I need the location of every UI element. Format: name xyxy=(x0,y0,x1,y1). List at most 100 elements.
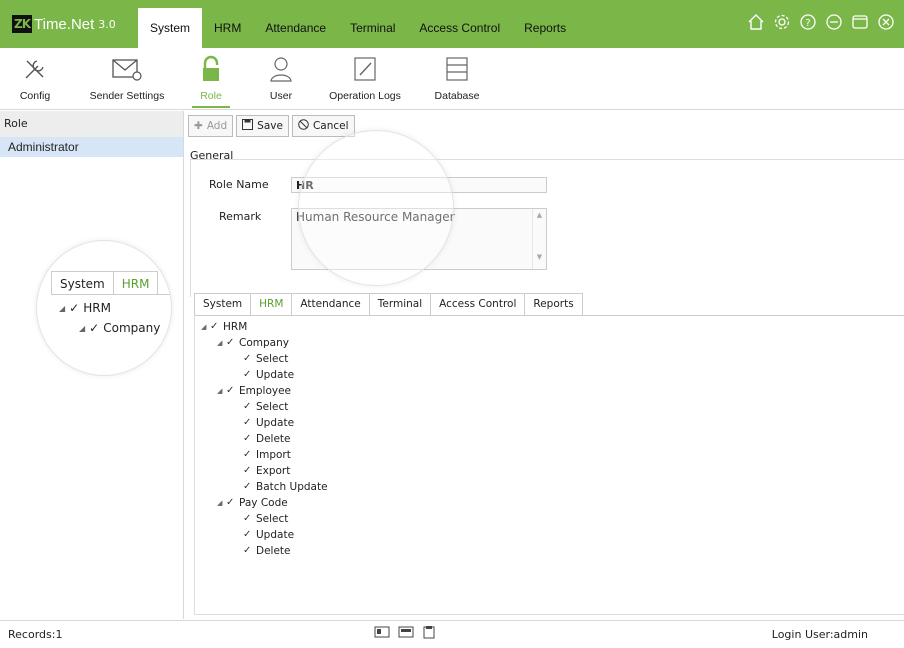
zoom-tabs: System HRM xyxy=(51,271,171,295)
scroll-down-icon[interactable]: ▼ xyxy=(533,253,546,261)
tab-access-control[interactable]: Access Control xyxy=(430,293,526,315)
checkbox-checked[interactable]: ✓ xyxy=(243,543,253,559)
app-version: 3.0 xyxy=(98,17,116,31)
action-bar: ✚ Add Save Cancel xyxy=(188,115,355,137)
zoom-lens-role-name xyxy=(298,130,454,286)
checkbox-checked[interactable]: ✓ xyxy=(243,415,253,431)
checkbox-checked[interactable]: ✓ xyxy=(243,431,253,447)
window-controls: ? xyxy=(746,12,896,32)
clipboard-icon[interactable] xyxy=(422,625,436,642)
plus-icon: ✚ xyxy=(194,120,203,132)
checkbox-checked[interactable]: ✓ xyxy=(243,511,253,527)
save-button-label: Save xyxy=(257,120,283,132)
checkbox-checked[interactable]: ✓ xyxy=(210,319,220,335)
config-button[interactable]: Config xyxy=(18,52,52,102)
remark-label: Remark xyxy=(219,210,262,223)
cancel-button[interactable]: Cancel xyxy=(291,115,355,137)
tree-node-company-select[interactable]: ✓ Select xyxy=(243,351,288,367)
wrench-icon xyxy=(18,52,52,86)
expand-arrow-icon[interactable]: ◢ xyxy=(217,495,226,511)
tab-system[interactable]: System xyxy=(194,293,252,315)
tab-reports[interactable]: Reports xyxy=(524,293,583,315)
app-name: Time.Net xyxy=(34,15,95,33)
records-count: Records:1 xyxy=(8,628,63,641)
database-button[interactable]: Database xyxy=(432,52,482,102)
expand-arrow-icon[interactable]: ◢ xyxy=(201,319,210,335)
checkbox-checked[interactable]: ✓ xyxy=(226,383,236,399)
permission-tree: ◢ ✓ HRM ◢ ✓ Company ✓ Select ✓ Update ◢ ✓ Employ… xyxy=(194,315,904,615)
scroll-up-icon[interactable]: ▲ xyxy=(533,211,546,219)
zk-logo: ZK xyxy=(12,15,32,33)
home-icon[interactable] xyxy=(746,12,766,32)
user-icon xyxy=(266,52,296,86)
tree-node-pay-code-select[interactable]: ✓ Select xyxy=(243,511,288,527)
textarea-scrollbar[interactable]: ▲ ▼ xyxy=(532,209,546,269)
add-button[interactable]: ✚ Add xyxy=(188,115,234,137)
svg-text:?: ? xyxy=(805,18,810,29)
operation-logs-button[interactable]: Operation Logs xyxy=(328,52,402,102)
sender-settings-button[interactable]: Sender Settings xyxy=(84,52,170,102)
checkbox-checked[interactable]: ✓ xyxy=(243,463,253,479)
menu-attendance[interactable]: Attendance xyxy=(253,8,338,48)
menu-system[interactable]: System xyxy=(138,8,203,48)
permission-tabs: System HRM Attendance Terminal Access Co… xyxy=(194,293,904,316)
checkbox-checked[interactable]: ✓ xyxy=(243,447,253,463)
menu-terminal[interactable]: Terminal xyxy=(338,8,407,48)
save-button[interactable]: Save xyxy=(236,115,289,137)
tab-terminal[interactable]: Terminal xyxy=(368,293,432,315)
gear-icon[interactable] xyxy=(772,12,792,32)
role-list-header: Role xyxy=(0,111,183,137)
minimize-icon[interactable] xyxy=(824,12,844,32)
expand-arrow-icon[interactable]: ◢ xyxy=(217,335,226,351)
checkbox-checked[interactable]: ✓ xyxy=(243,527,253,543)
database-icon xyxy=(432,52,482,86)
zoom-expand-icon: ◢ xyxy=(79,323,86,333)
tree-node-employee-select[interactable]: ✓ Select xyxy=(243,399,288,415)
checkbox-checked[interactable]: ✓ xyxy=(243,351,253,367)
tree-node-employee-import[interactable]: ✓ Import xyxy=(243,447,291,463)
checkbox-checked[interactable]: ✓ xyxy=(226,335,236,351)
id-card-icon[interactable] xyxy=(374,625,390,642)
checkbox-checked[interactable]: ✓ xyxy=(243,479,253,495)
checkbox-checked[interactable]: ✓ xyxy=(243,367,253,383)
tree-node-pay-code-delete[interactable]: ✓ Delete xyxy=(243,543,291,559)
add-button-label: Add xyxy=(206,120,228,132)
zoom-expand-icon: ◢ xyxy=(59,303,66,313)
tree-node-employee-delete[interactable]: ✓ Delete xyxy=(243,431,291,447)
close-icon[interactable] xyxy=(876,12,896,32)
keyboard-icon[interactable] xyxy=(398,625,414,642)
tree-node-employee-batch-update[interactable]: ✓ Batch Update xyxy=(243,479,328,495)
role-button[interactable]: Role xyxy=(192,52,230,108)
user-button[interactable]: User xyxy=(266,52,296,102)
tree-node-employee-update[interactable]: ✓ Update xyxy=(243,415,294,431)
tree-node-employee[interactable]: ◢ ✓ Employee xyxy=(217,383,291,399)
zoom-tab-hrm: HRM xyxy=(113,271,159,295)
tree-node-company[interactable]: ◢ ✓ Company xyxy=(217,335,289,351)
main-menu: System HRM Attendance Terminal Access Co… xyxy=(138,8,578,48)
maximize-icon[interactable] xyxy=(850,12,870,32)
tab-attendance[interactable]: Attendance xyxy=(291,293,370,315)
tree-node-pay-code-update[interactable]: ✓ Update xyxy=(243,527,294,543)
menu-access-control[interactable]: Access Control xyxy=(407,8,512,48)
role-name-label: Role Name xyxy=(209,178,269,191)
tree-node-hrm[interactable]: ◢ ✓ HRM xyxy=(201,319,247,335)
envelope-gear-icon xyxy=(84,52,170,86)
checkbox-checked[interactable]: ✓ xyxy=(243,399,253,415)
tree-node-employee-export[interactable]: ✓ Export xyxy=(243,463,290,479)
menu-reports[interactable]: Reports xyxy=(512,8,578,48)
expand-arrow-icon[interactable]: ◢ xyxy=(217,383,226,399)
status-bar: Records:1 Login User:admin xyxy=(0,620,904,648)
menu-hrm[interactable]: HRM xyxy=(202,8,253,48)
zoom-checkbox-icon: ✓ xyxy=(89,321,100,335)
lock-icon xyxy=(196,52,226,86)
zoom-lens-tree: System HRM ◢ ✓ HRM ◢ ✓ Company xyxy=(36,240,172,376)
tab-hrm[interactable]: HRM xyxy=(250,293,293,315)
user-label: User xyxy=(269,90,293,102)
database-label: Database xyxy=(434,90,480,102)
help-icon[interactable]: ? xyxy=(798,12,818,32)
tree-node-pay-code[interactable]: ◢ ✓ Pay Code xyxy=(217,495,288,511)
top-bar: ZK Time.Net 3.0 System HRM Attendance Te… xyxy=(0,0,904,48)
role-list-item[interactable]: Administrator xyxy=(0,137,183,157)
checkbox-checked[interactable]: ✓ xyxy=(226,495,236,511)
tree-node-company-update[interactable]: ✓ Update xyxy=(243,367,294,383)
